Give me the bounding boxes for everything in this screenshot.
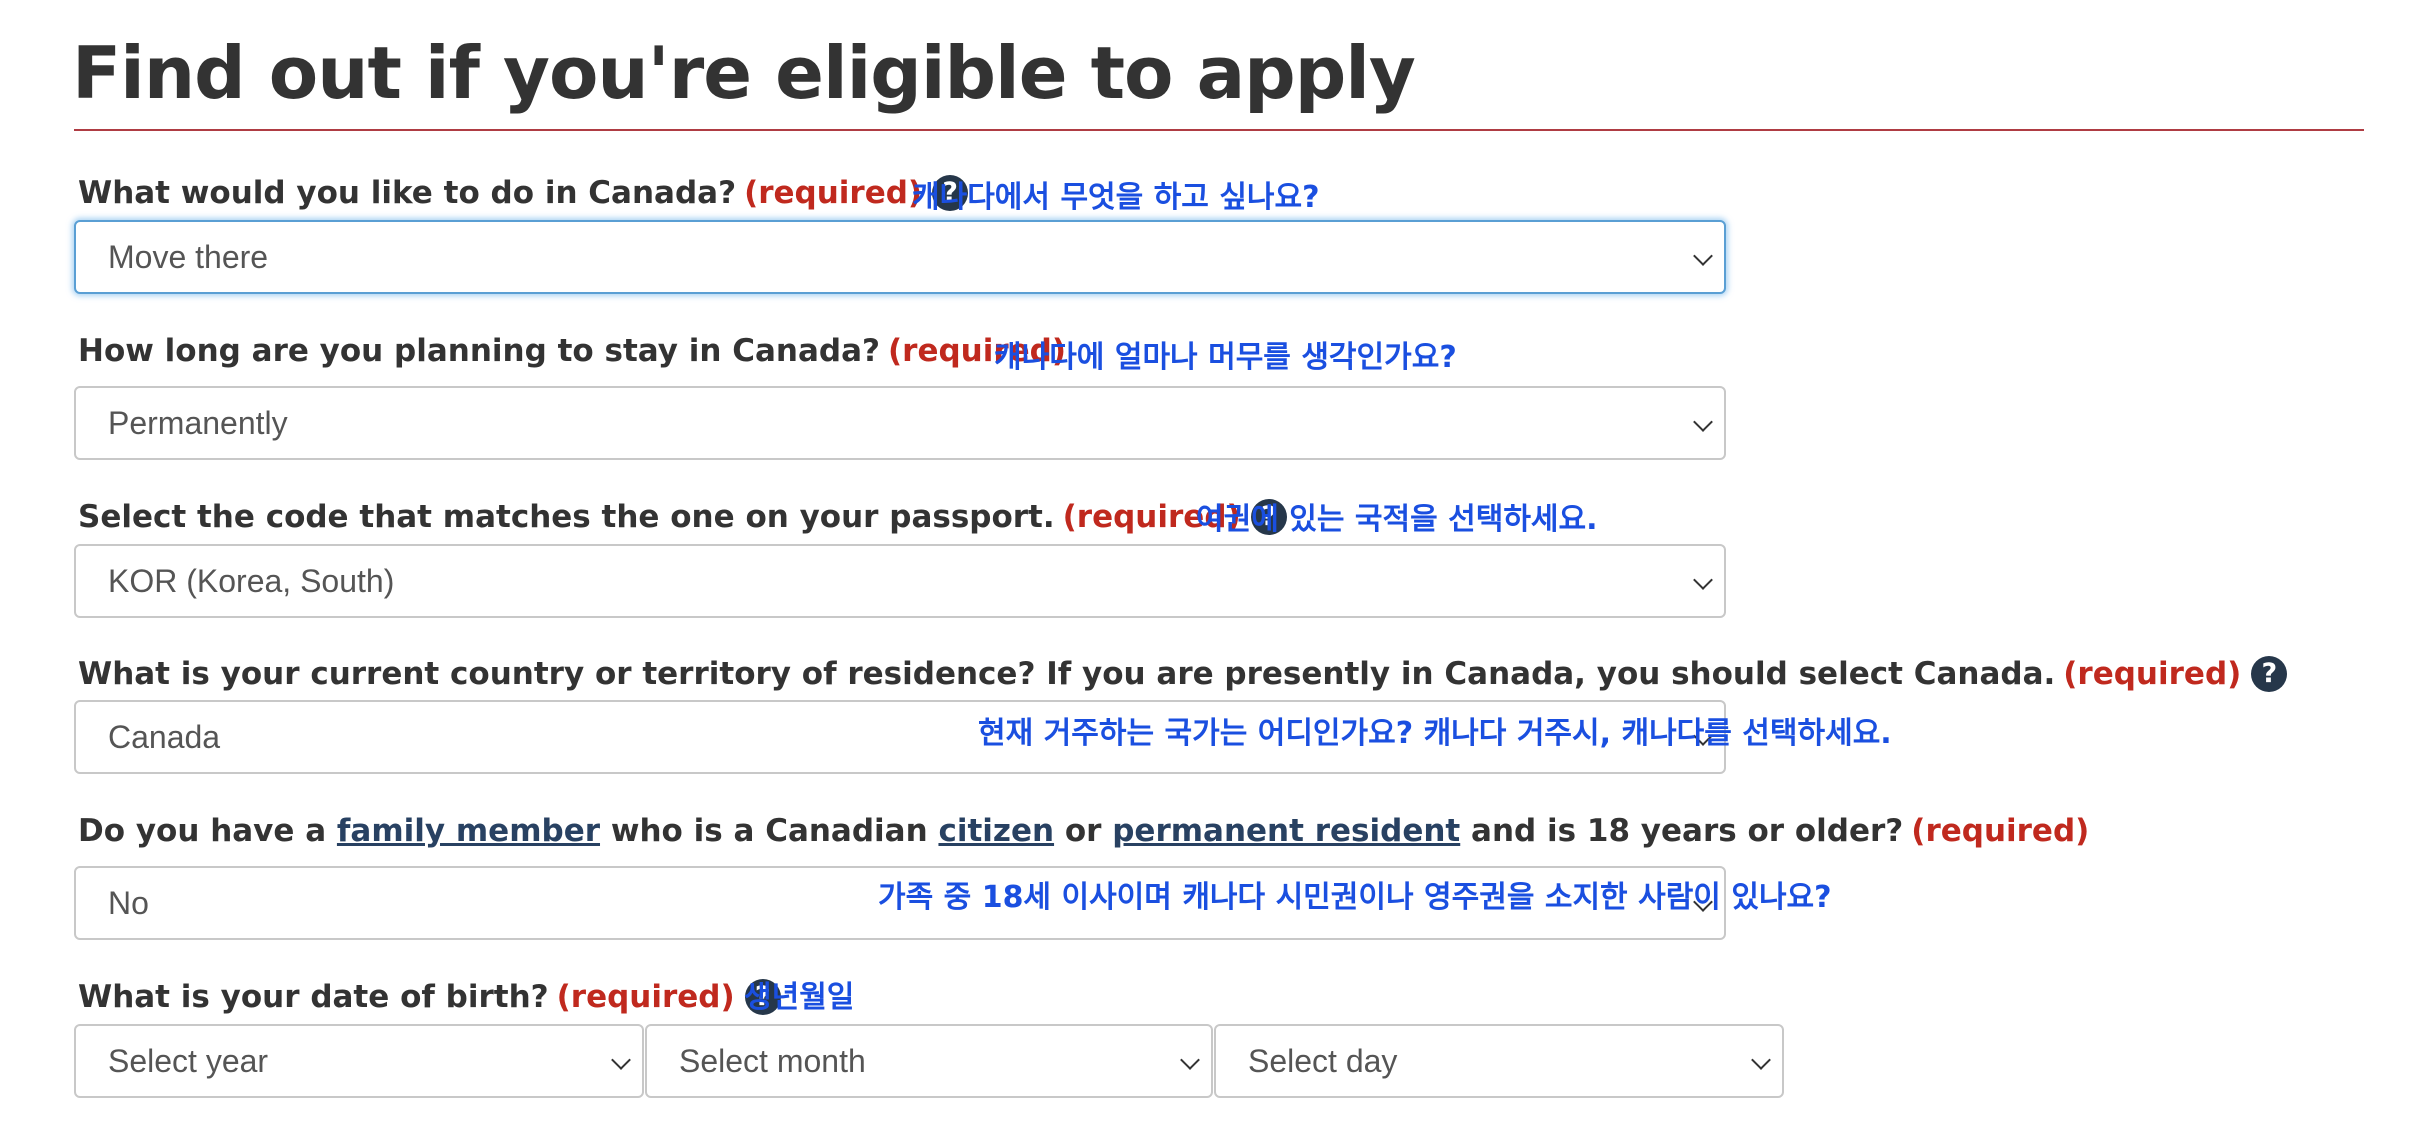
dob-day-placeholder: Select day bbox=[1248, 1043, 1398, 1079]
residence-select-value: Canada bbox=[108, 719, 221, 755]
dob-month-select[interactable]: Select month bbox=[645, 1024, 1213, 1098]
dob-year-placeholder: Select year bbox=[108, 1043, 269, 1079]
required-marker: (required) bbox=[744, 175, 923, 211]
purpose-label-text: What would you like to do in Canada? bbox=[78, 175, 737, 211]
family-label-part4: and is 18 years or older? bbox=[1471, 813, 1904, 849]
dob-year-select[interactable]: Select year bbox=[74, 1024, 644, 1098]
duration-question-label: How long are you planning to stay in Can… bbox=[78, 328, 1066, 374]
family-label-part2: who is a Canadian bbox=[610, 813, 928, 849]
duration-select[interactable]: Permanently bbox=[74, 386, 1726, 460]
help-icon[interactable]: ? bbox=[2251, 656, 2288, 692]
permanent-resident-link[interactable]: permanent resident bbox=[1112, 808, 1460, 854]
family-question-label: Do you have a family member who is a Can… bbox=[78, 808, 2089, 854]
chevron-down-icon bbox=[1693, 412, 1713, 432]
chevron-down-icon bbox=[1180, 1050, 1200, 1070]
dob-label-text: What is your date of birth? bbox=[78, 979, 549, 1015]
purpose-select[interactable]: Move there bbox=[74, 220, 1726, 294]
residence-label-text: What is your current country or territor… bbox=[78, 656, 2056, 692]
family-member-link[interactable]: family member bbox=[337, 808, 600, 854]
duration-label-text: How long are you planning to stay in Can… bbox=[78, 333, 880, 369]
residence-question-label: What is your current country or territor… bbox=[78, 651, 2288, 697]
dob-day-select[interactable]: Select day bbox=[1214, 1024, 1784, 1098]
required-marker: (required) bbox=[556, 979, 735, 1015]
purpose-select-value: Move there bbox=[108, 239, 269, 275]
passport-label-text: Select the code that matches the one on … bbox=[78, 499, 1055, 535]
duration-select-value: Permanently bbox=[108, 405, 288, 441]
chevron-down-icon bbox=[1693, 246, 1713, 266]
purpose-korean-annotation: 캐나다에서 무엇을 하고 싶나요? bbox=[912, 180, 1320, 215]
family-korean-annotation: 가족 중 18세 이사이며 캐나다 시민권이나 영주권을 소지한 사람이 있나요… bbox=[878, 880, 1832, 915]
passport-select[interactable]: KOR (Korea, South) bbox=[74, 544, 1726, 618]
dob-month-placeholder: Select month bbox=[679, 1043, 866, 1079]
chevron-down-icon bbox=[1751, 1050, 1771, 1070]
chevron-down-icon bbox=[611, 1050, 631, 1070]
title-divider bbox=[74, 129, 2364, 131]
chevron-down-icon bbox=[1693, 570, 1713, 590]
page-title: Find out if you're eligible to apply bbox=[72, 31, 1416, 115]
passport-korean-annotation: 여권에 있는 국적을 선택하세요. bbox=[1196, 502, 1598, 537]
family-select-value: No bbox=[108, 885, 149, 921]
family-label-part1: Do you have a bbox=[78, 813, 327, 849]
passport-select-value: KOR (Korea, South) bbox=[108, 563, 395, 599]
citizen-link[interactable]: citizen bbox=[938, 808, 1054, 854]
required-marker: (required) bbox=[2063, 656, 2242, 692]
duration-korean-annotation: 캐나다에 얼마나 머무를 생각인가요? bbox=[994, 340, 1457, 375]
dob-korean-annotation: 생년월일 bbox=[744, 980, 855, 1015]
purpose-question-label: What would you like to do in Canada? (re… bbox=[78, 170, 969, 216]
required-marker: (required) bbox=[1911, 813, 2090, 849]
dob-question-label: What is your date of birth? (required) ? bbox=[78, 974, 781, 1020]
residence-korean-annotation: 현재 거주하는 국가는 어디인가요? 캐나다 거주시, 캐나다를 선택하세요. bbox=[978, 716, 1892, 751]
passport-question-label: Select the code that matches the one on … bbox=[78, 494, 1287, 540]
family-label-part3: or bbox=[1064, 813, 1102, 849]
